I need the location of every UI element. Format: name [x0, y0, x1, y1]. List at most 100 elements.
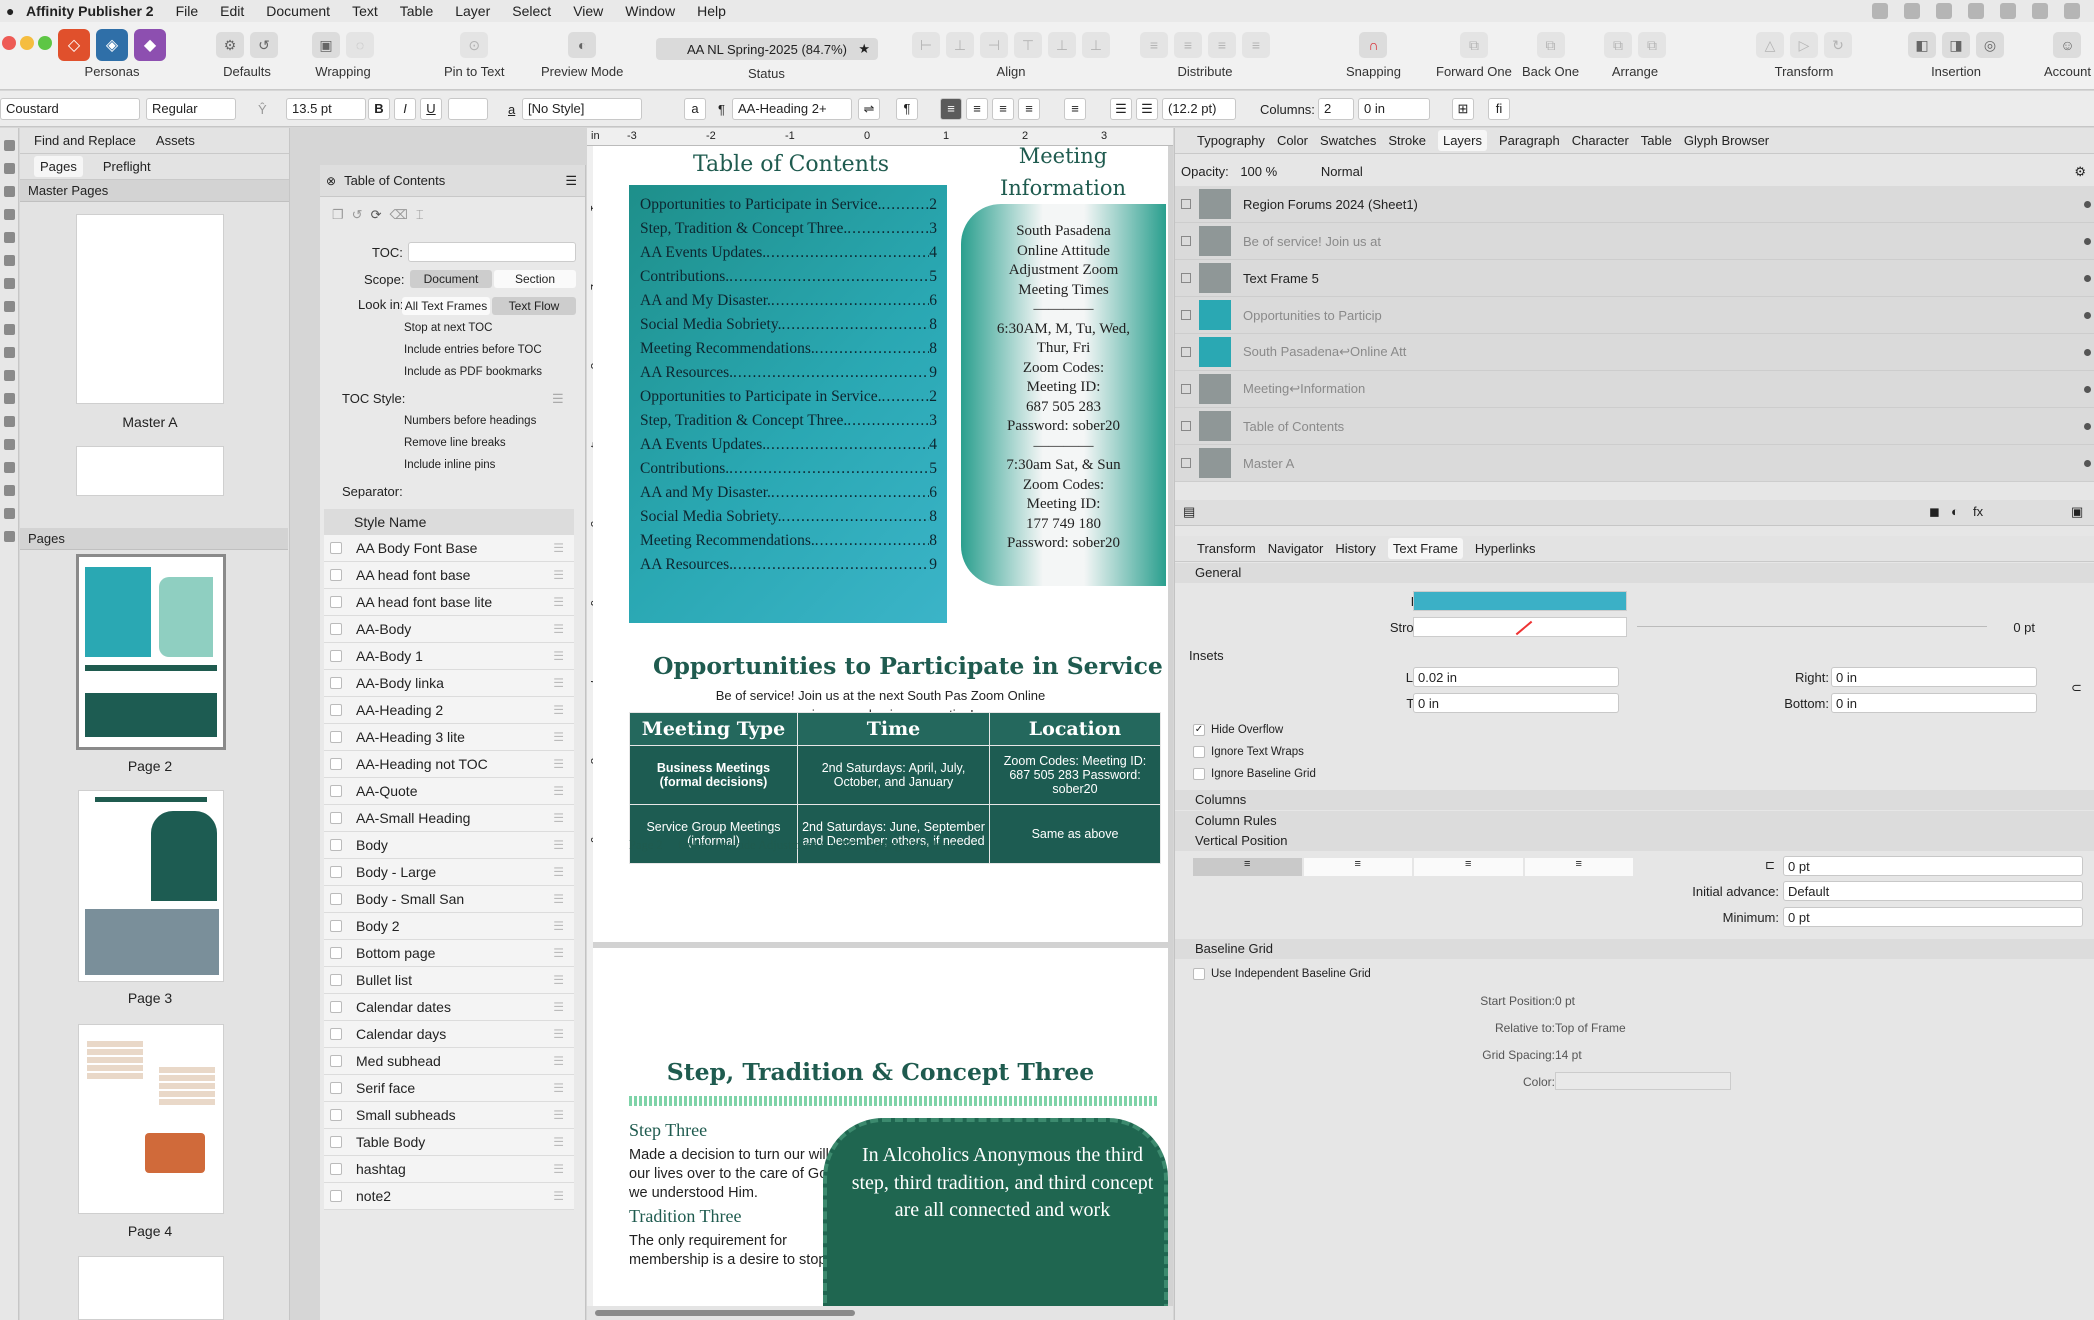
style-list-item[interactable]: AA head font base lite ☰ — [324, 589, 574, 616]
paragraph-style-field[interactable]: AA-Heading 2+ — [732, 98, 852, 120]
inset-right-field[interactable]: 0 in — [1831, 667, 2037, 687]
link-insets-icon[interactable]: ⊂ — [2071, 680, 2082, 696]
layer-lock-icon[interactable] — [1181, 310, 1191, 320]
stroke-slider[interactable] — [1637, 626, 1987, 627]
layer-row[interactable]: Be of service! Join us at — [1175, 223, 2094, 260]
layer-lock-icon[interactable] — [1181, 199, 1191, 209]
layer-row[interactable]: Master A — [1175, 445, 2094, 482]
zoom-window-icon[interactable] — [38, 36, 52, 50]
style-list-item[interactable]: AA-Body linka ☰ — [324, 670, 574, 697]
style-checkbox[interactable] — [330, 650, 342, 662]
style-checkbox[interactable] — [330, 839, 342, 851]
look-in-all-frames-button[interactable]: All Text Frames — [402, 297, 490, 315]
layer-lock-icon[interactable] — [1181, 384, 1191, 394]
style-checkbox[interactable] — [330, 731, 342, 743]
layer-row[interactable]: Table of Contents — [1175, 408, 2094, 445]
tab-preflight[interactable]: Preflight — [103, 159, 151, 174]
delete-icon[interactable]: ⌫ — [389, 207, 415, 222]
text-flow-icon[interactable]: ⇌ — [858, 98, 880, 120]
text-cursor-icon[interactable]: ⌶ — [416, 207, 432, 222]
vertical-align-button[interactable]: ≡ — [1064, 98, 1086, 120]
tray-icon[interactable] — [2000, 3, 2016, 19]
valign-bottom-button[interactable]: ≡ — [1414, 858, 1523, 876]
tradition-three-heading[interactable]: Tradition Three — [629, 1206, 742, 1227]
tab-character[interactable]: Character — [1572, 133, 1629, 148]
inset-top-field[interactable]: 0 in — [1413, 693, 1619, 713]
meeting-heading[interactable]: Meeting Information — [973, 140, 1153, 204]
tab-history[interactable]: History — [1335, 541, 1375, 556]
arrange-icon[interactable]: ⧉ — [1604, 32, 1632, 58]
option-stop-next-toc[interactable]: Stop at next TOC — [404, 322, 492, 334]
tab-text-frame[interactable]: Text Frame — [1387, 538, 1463, 559]
show-special-chars-button[interactable]: ¶ — [896, 98, 918, 120]
style-checkbox[interactable] — [330, 1001, 342, 1013]
option-remove-breaks[interactable]: Remove line breaks — [404, 437, 506, 449]
layer-options-icon[interactable]: ▤ — [1183, 504, 1195, 520]
align-middle-icon[interactable]: ⊥ — [1048, 32, 1076, 58]
initial-advance-select[interactable]: Default — [1783, 881, 2083, 901]
step-tradition-heading[interactable]: Step, Tradition & Concept Three — [593, 1058, 1168, 1086]
style-checkbox[interactable] — [330, 812, 342, 824]
toc-entry[interactable]: AA and My Disaster......................… — [629, 289, 947, 313]
drag-handle-icon[interactable]: ☰ — [553, 1135, 564, 1149]
tab-find-and-replace[interactable]: Find and Replace — [34, 133, 136, 148]
toc-entry[interactable]: Meeting Recommendations.................… — [629, 529, 947, 553]
visibility-icon[interactable] — [2084, 311, 2091, 319]
font-weight-field[interactable]: Regular — [146, 98, 236, 120]
style-list-item[interactable]: Table Body ☰ — [324, 1129, 574, 1156]
insert-toc-icon[interactable]: ❐ — [332, 207, 352, 222]
publisher-persona-icon[interactable]: ◆ — [134, 29, 166, 61]
tray-icon[interactable] — [2032, 3, 2048, 19]
look-in-text-flow-button[interactable]: Text Flow — [492, 297, 576, 315]
tab-color[interactable]: Color — [1277, 133, 1308, 148]
columns-section[interactable]: Columns — [1175, 790, 2094, 810]
distribute-icon[interactable]: ≡ — [1140, 32, 1168, 58]
valign-justify-button[interactable]: ≡ — [1524, 858, 1633, 876]
toc-entry[interactable]: Step, Tradition & Concept Three.........… — [629, 217, 947, 241]
tab-navigator[interactable]: Navigator — [1268, 541, 1324, 556]
status-document[interactable]: AA NL Spring-2025 (84.7%) ★ — [656, 38, 878, 60]
drag-handle-icon[interactable]: ☰ — [553, 649, 564, 663]
list-icon[interactable]: ☰ — [552, 391, 564, 407]
option-pdf-bookmarks[interactable]: Include as PDF bookmarks — [404, 366, 542, 378]
transparency-tool-icon[interactable] — [4, 393, 15, 404]
style-list-item[interactable]: AA Body Font Base ☰ — [324, 535, 574, 562]
designer-persona-icon[interactable]: ◇ — [58, 29, 90, 61]
style-checkbox[interactable] — [330, 596, 342, 608]
page-footer[interactable]: Page 2 Online Attitude Adjustment AA 202… — [629, 838, 958, 853]
pages-header[interactable]: Pages — [20, 528, 288, 550]
option-numbers-before[interactable]: Numbers before headings — [404, 415, 536, 427]
style-list-item[interactable]: Calendar days ☰ — [324, 1021, 574, 1048]
crop-tool-icon[interactable] — [4, 347, 15, 358]
style-checkbox[interactable] — [330, 1190, 342, 1202]
tab-assets[interactable]: Assets — [156, 133, 195, 148]
italic-button[interactable]: I — [394, 98, 416, 120]
tab-pages[interactable]: Pages — [34, 156, 83, 177]
page-2[interactable]: Table of Contents Opportunities to Parti… — [593, 144, 1168, 1068]
font-size-field[interactable]: 13.5 pt — [286, 98, 366, 120]
panel-menu-icon[interactable]: ☰ — [565, 173, 577, 189]
visibility-icon[interactable] — [2084, 237, 2091, 245]
toc-select[interactable] — [408, 242, 576, 262]
menu-view[interactable]: View — [573, 3, 603, 19]
style-list-item[interactable]: AA-Small Heading ☰ — [324, 805, 574, 832]
style-checkbox[interactable] — [330, 569, 342, 581]
toc-entry[interactable]: Opportunities to Participate in Service.… — [629, 385, 947, 409]
style-list-item[interactable]: hashtag ☰ — [324, 1156, 574, 1183]
drag-handle-icon[interactable]: ☰ — [553, 1000, 564, 1014]
drag-handle-icon[interactable]: ☰ — [553, 1054, 564, 1068]
start-position-value[interactable]: 0 pt — [1555, 994, 1575, 1008]
drag-handle-icon[interactable]: ☰ — [553, 973, 564, 987]
style-list-item[interactable]: AA-Quote ☰ — [324, 778, 574, 805]
character-style-field[interactable]: [No Style] — [522, 98, 642, 120]
page-2-thumbnail[interactable] — [76, 554, 226, 750]
style-list-item[interactable]: Body ☰ — [324, 832, 574, 859]
fill-tool-icon[interactable] — [4, 370, 15, 381]
option-inline-pins[interactable]: Include inline pins — [404, 459, 495, 471]
distribute-icon[interactable]: ≡ — [1208, 32, 1236, 58]
reset-icon[interactable]: ↺ — [250, 32, 278, 58]
style-checkbox[interactable] — [330, 1082, 342, 1094]
align-left-text-button[interactable]: ≡ — [940, 98, 962, 120]
scope-document-button[interactable]: Document — [410, 270, 492, 288]
paragraph-style-icon[interactable]: a — [684, 98, 706, 120]
